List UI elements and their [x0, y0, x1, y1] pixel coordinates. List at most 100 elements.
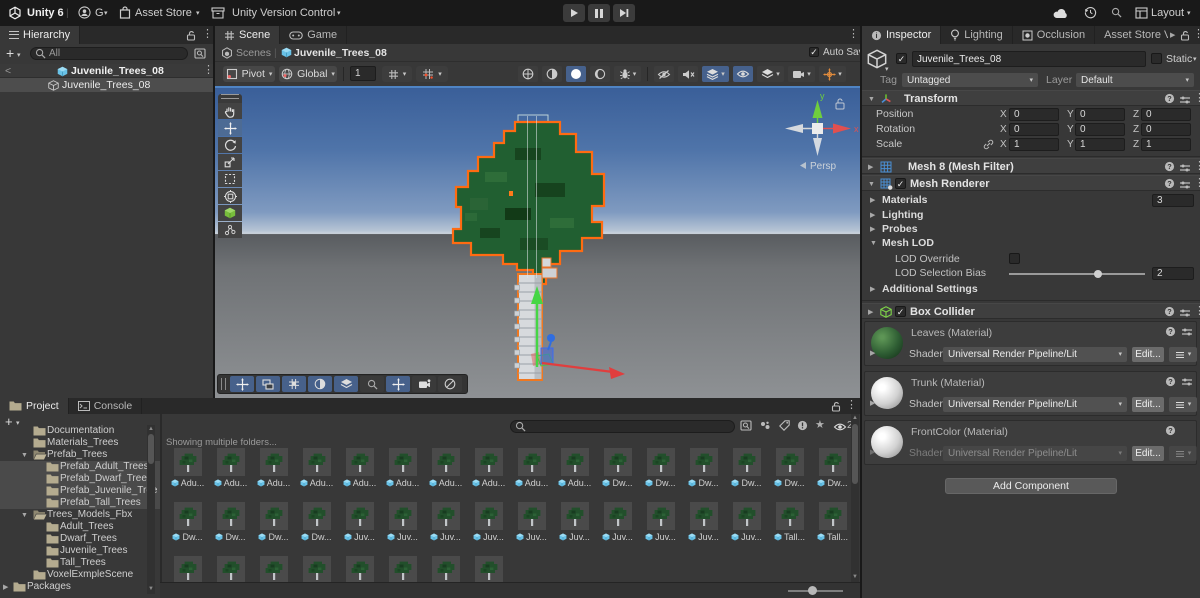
material-menu-button[interactable]: ▾	[1169, 347, 1197, 362]
renderer-row-mesh-lod[interactable]: ▼Mesh LOD	[862, 237, 1200, 250]
object-name-field[interactable]: Juvenile_Trees_08	[912, 51, 1146, 67]
folder-item-juvenile-trees[interactable]: Juvenile_Trees	[0, 545, 160, 557]
prefab-back-arrow[interactable]: <	[5, 65, 11, 77]
folder-item-documentation[interactable]: Documentation	[0, 425, 160, 437]
favorite-star-icon[interactable]: ★	[815, 418, 825, 431]
help-icon[interactable]: ?	[1164, 306, 1175, 317]
lod-override-checkbox[interactable]	[1009, 253, 1020, 264]
scale-y-field[interactable]: 1	[1075, 138, 1125, 151]
tree-scrollbar[interactable]: ▲▼	[147, 425, 155, 594]
gameobject-icon-caret[interactable]: ▾	[885, 66, 889, 73]
asset-item[interactable]: Adu...	[553, 448, 596, 488]
preset-icon[interactable]	[1181, 377, 1193, 387]
breadcrumb-scenes[interactable]: Scenes	[236, 47, 271, 59]
asset-item[interactable]: Tall...	[768, 502, 811, 542]
foldout-icon[interactable]: ▶	[868, 164, 873, 171]
box-collider-header[interactable]: ▶ ✓ Box Collider ? ⋮	[862, 303, 1200, 319]
grid-size-field[interactable]: 1	[350, 66, 376, 81]
asset-item[interactable]: Adu...	[467, 448, 510, 488]
preset-icon[interactable]	[1179, 180, 1191, 190]
material-menu-button[interactable]: ▾	[1169, 446, 1197, 461]
play-button[interactable]	[563, 4, 585, 22]
kebab-menu-icon[interactable]: ⋮	[1193, 29, 1200, 40]
kebab-menu-icon[interactable]: ⋮	[848, 29, 859, 40]
asset-item[interactable]: Adu...	[381, 448, 424, 488]
kebab-menu-icon[interactable]: ⋮	[1194, 306, 1200, 317]
rect-tool[interactable]	[218, 171, 242, 187]
thumb-size-slider-handle[interactable]	[808, 586, 817, 595]
preset-icon[interactable]	[1181, 327, 1193, 337]
asset-item[interactable]: Dw...	[682, 448, 725, 488]
asset-item[interactable]: Juv...	[338, 502, 381, 542]
folder-item-materials-trees[interactable]: Materials_Trees	[0, 437, 160, 449]
folder-item-prefab-adult-trees[interactable]: Prefab_Adult_Trees	[0, 461, 160, 473]
position-x-field[interactable]: 0	[1009, 108, 1059, 121]
asset-item[interactable]: Juv...	[467, 502, 510, 542]
wireframe-mode-button[interactable]	[590, 66, 610, 82]
preset-icon[interactable]	[1179, 163, 1191, 173]
asset-item[interactable]	[381, 556, 424, 582]
asset-item[interactable]	[295, 556, 338, 582]
grid-snap-button[interactable]: ▾	[382, 66, 412, 82]
lock-icon[interactable]	[831, 401, 841, 412]
asset-item[interactable]: Adu...	[252, 448, 295, 488]
lod-bias-field[interactable]: 2	[1152, 267, 1194, 280]
cloud-icon[interactable]	[1053, 8, 1069, 19]
shaded-mode-button[interactable]	[566, 66, 586, 82]
asset-item[interactable]: Dw...	[252, 502, 295, 542]
scene-audio-button[interactable]	[678, 66, 698, 82]
kebab-menu-icon[interactable]: ⋮	[1194, 93, 1200, 104]
foldout-icon[interactable]: ▼	[868, 181, 875, 188]
alert-icon[interactable]	[797, 420, 808, 431]
asset-store-bag-icon[interactable]	[119, 6, 131, 19]
help-icon[interactable]: ?	[1164, 93, 1175, 104]
kebab-menu-icon[interactable]: ⋮	[1194, 178, 1200, 189]
shader-edit-button[interactable]: Edit...	[1132, 397, 1164, 412]
lock-icon[interactable]	[1180, 30, 1190, 41]
asset-item[interactable]: Dw...	[811, 448, 850, 488]
grid-scrollbar[interactable]: ▲▼	[851, 414, 859, 582]
asset-item[interactable]: Dw...	[768, 448, 811, 488]
tab-hierarchy[interactable]: Hierarchy	[0, 26, 80, 44]
overlay-navigation[interactable]	[438, 376, 462, 392]
foldout-icon[interactable]: ▼	[868, 96, 875, 103]
rotation-y-field[interactable]: 0	[1075, 123, 1125, 136]
persp-label[interactable]: Persp	[810, 161, 837, 172]
overlay-view-options[interactable]	[308, 376, 332, 392]
shader-edit-button[interactable]: Edit...	[1132, 446, 1164, 461]
rotate-tool[interactable]	[218, 137, 242, 153]
foldout-icon[interactable]: ▼	[21, 512, 28, 519]
camera-draw-mode-button[interactable]	[518, 66, 538, 82]
folder-item-prefab-juvenile-tree[interactable]: Prefab_Juvenile_Tree	[0, 485, 160, 497]
overlay-orientation[interactable]	[256, 376, 280, 392]
help-icon[interactable]: ?	[1164, 178, 1175, 189]
rotation-x-field[interactable]: 0	[1009, 123, 1059, 136]
material-preview-sphere[interactable]	[871, 426, 903, 458]
asset-item[interactable]: Juv...	[725, 502, 768, 542]
tab-overflow-arrow[interactable]: ▶	[1170, 32, 1175, 39]
prefab-root-label[interactable]: Juvenile_Trees_08	[71, 65, 164, 77]
version-control-box-icon[interactable]	[211, 7, 225, 19]
layout-icon[interactable]	[1135, 7, 1148, 19]
asset-item[interactable]: Juv...	[553, 502, 596, 542]
layer-dropdown[interactable]: Default▾	[1076, 73, 1194, 87]
preset-icon[interactable]	[1179, 308, 1191, 318]
overlay-camera[interactable]	[412, 376, 436, 392]
eye-count-icon[interactable]	[833, 422, 847, 432]
shader-dropdown[interactable]: Universal Render Pipeline/Lit▾	[943, 397, 1127, 412]
folder-item-tall-trees[interactable]: Tall_Trees	[0, 557, 160, 569]
asset-item[interactable]: Juv...	[424, 502, 467, 542]
step-button[interactable]	[613, 4, 635, 22]
prefab-header-row[interactable]: < Juvenile_Trees_08 ⋮	[0, 64, 213, 78]
tab-game[interactable]: Game	[280, 26, 347, 44]
scene-viewport[interactable]: y x Persp	[215, 88, 860, 398]
transform-header[interactable]: ▼ Transform ? ⋮	[862, 90, 1200, 106]
asset-item[interactable]: Adu...	[209, 448, 252, 488]
hand-tool[interactable]	[218, 103, 242, 119]
lod-bias-slider-track[interactable]	[1009, 273, 1145, 275]
kebab-menu-icon[interactable]: ⋮	[202, 29, 213, 40]
help-icon[interactable]: ?	[1165, 376, 1176, 387]
material-preview-sphere[interactable]	[871, 377, 903, 409]
snap-increment-button[interactable]: ▾	[416, 66, 448, 82]
preset-icon[interactable]	[1179, 95, 1191, 105]
